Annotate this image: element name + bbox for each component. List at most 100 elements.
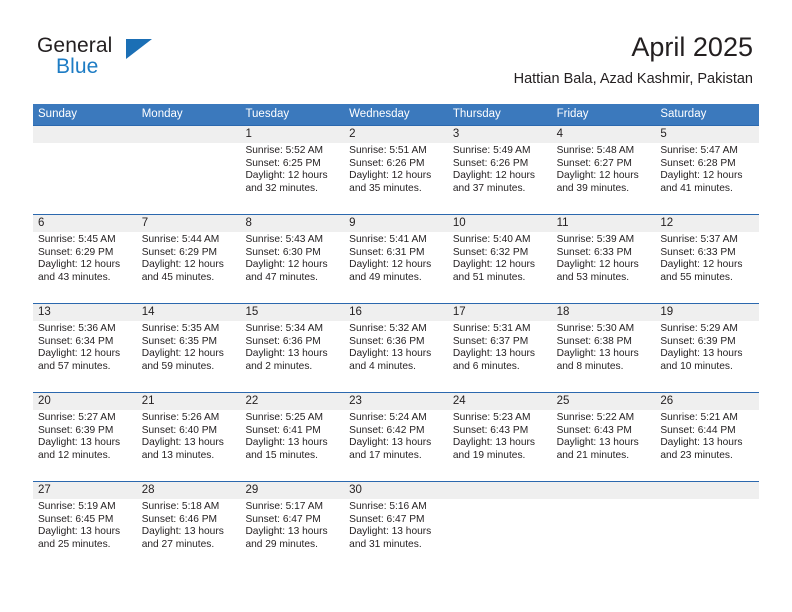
- day-number: 16: [344, 304, 448, 321]
- day-cell[interactable]: [551, 482, 656, 569]
- sunrise-text: Sunrise: 5:23 AM: [452, 412, 531, 423]
- day-number: 11: [551, 215, 656, 232]
- day-cell[interactable]: 24 Sunrise: 5:23 AM Sunset: 6:43 PM Dayl…: [447, 393, 552, 481]
- day-number: 10: [447, 215, 552, 232]
- day-cell[interactable]: 1 Sunrise: 5:52 AM Sunset: 6:25 PM Dayli…: [240, 126, 345, 214]
- day-cell[interactable]: 25 Sunrise: 5:22 AM Sunset: 6:43 PM Dayl…: [551, 393, 656, 481]
- day-cell[interactable]: 16 Sunrise: 5:32 AM Sunset: 6:36 PM Dayl…: [344, 304, 448, 392]
- daylight-text-line2: and 59 minutes.: [141, 360, 215, 372]
- day-cell[interactable]: 18 Sunrise: 5:30 AM Sunset: 6:38 PM Dayl…: [551, 304, 656, 392]
- day-details: Sunrise: 5:23 AM Sunset: 6:43 PM Dayligh…: [448, 410, 552, 462]
- day-cell[interactable]: 6 Sunrise: 5:45 AM Sunset: 6:29 PM Dayli…: [33, 215, 137, 303]
- day-cell[interactable]: [33, 126, 137, 214]
- day-cell[interactable]: 12 Sunrise: 5:37 AM Sunset: 6:33 PM Dayl…: [655, 215, 760, 303]
- day-cell[interactable]: 13 Sunrise: 5:36 AM Sunset: 6:34 PM Dayl…: [33, 304, 137, 392]
- day-details: Sunrise: 5:41 AM Sunset: 6:31 PM Dayligh…: [344, 232, 448, 284]
- day-cell[interactable]: 2 Sunrise: 5:51 AM Sunset: 6:26 PM Dayli…: [344, 126, 448, 214]
- weekday-header-sunday: Sunday: [38, 108, 78, 120]
- daylight-text-line2: and 55 minutes.: [660, 271, 733, 283]
- sunrise-text: Sunrise: 5:27 AM: [38, 412, 116, 423]
- day-cell[interactable]: 29 Sunrise: 5:17 AM Sunset: 6:47 PM Dayl…: [240, 482, 345, 569]
- daylight-text-line1: Daylight: 12 hours: [38, 348, 121, 360]
- day-details: Sunrise: 5:43 AM Sunset: 6:30 PM Dayligh…: [240, 232, 344, 284]
- sunrise-text: Sunrise: 5:16 AM: [349, 501, 427, 512]
- sunrise-text: Sunrise: 5:44 AM: [141, 234, 220, 245]
- day-cell[interactable]: 8 Sunrise: 5:43 AM Sunset: 6:30 PM Dayli…: [240, 215, 345, 303]
- daylight-text-line2: and 29 minutes.: [245, 538, 318, 550]
- day-cell[interactable]: 21 Sunrise: 5:26 AM Sunset: 6:40 PM Dayl…: [136, 393, 241, 481]
- sunset-text: Sunset: 6:47 PM: [245, 513, 321, 525]
- daylight-text-line1: Daylight: 12 hours: [452, 170, 535, 182]
- sunrise-text: Sunrise: 5:31 AM: [452, 323, 531, 334]
- day-cell[interactable]: 27 Sunrise: 5:19 AM Sunset: 6:45 PM Dayl…: [33, 482, 137, 569]
- day-cell[interactable]: [655, 482, 760, 569]
- sunrise-text: Sunrise: 5:32 AM: [349, 323, 427, 334]
- day-cell[interactable]: 26 Sunrise: 5:21 AM Sunset: 6:44 PM Dayl…: [655, 393, 760, 481]
- sunset-text: Sunset: 6:26 PM: [349, 157, 425, 169]
- sunset-text: Sunset: 6:42 PM: [349, 424, 425, 436]
- day-cell[interactable]: 15 Sunrise: 5:34 AM Sunset: 6:36 PM Dayl…: [240, 304, 345, 392]
- daylight-text-line2: and 15 minutes.: [245, 449, 318, 461]
- day-cell[interactable]: 9 Sunrise: 5:41 AM Sunset: 6:31 PM Dayli…: [344, 215, 448, 303]
- day-cell[interactable]: 3 Sunrise: 5:49 AM Sunset: 6:26 PM Dayli…: [447, 126, 552, 214]
- sunrise-text: Sunrise: 5:48 AM: [556, 145, 635, 156]
- day-details: Sunrise: 5:25 AM Sunset: 6:41 PM Dayligh…: [240, 410, 344, 462]
- sunrise-text: Sunrise: 5:29 AM: [660, 323, 738, 334]
- sunrise-text: Sunrise: 5:17 AM: [245, 501, 324, 512]
- day-cell[interactable]: 22 Sunrise: 5:25 AM Sunset: 6:41 PM Dayl…: [240, 393, 345, 481]
- daylight-text-line2: and 39 minutes.: [556, 182, 630, 194]
- day-cell[interactable]: 14 Sunrise: 5:35 AM Sunset: 6:35 PM Dayl…: [136, 304, 241, 392]
- day-number: [655, 482, 760, 499]
- day-number: 26: [655, 393, 760, 410]
- daylight-text-line1: Daylight: 12 hours: [349, 259, 432, 271]
- day-cell[interactable]: 11 Sunrise: 5:39 AM Sunset: 6:33 PM Dayl…: [551, 215, 656, 303]
- daylight-text-line2: and 10 minutes.: [660, 360, 733, 372]
- day-number: 27: [33, 482, 137, 499]
- day-cell[interactable]: 5 Sunrise: 5:47 AM Sunset: 6:28 PM Dayli…: [655, 126, 760, 214]
- sunset-text: Sunset: 6:33 PM: [660, 246, 736, 258]
- title-block: April 2025 Hattian Bala, Azad Kashmir, P…: [514, 30, 753, 88]
- daylight-text-line1: Daylight: 13 hours: [245, 526, 328, 538]
- sunset-text: Sunset: 6:26 PM: [452, 157, 529, 169]
- sunrise-text: Sunrise: 5:21 AM: [660, 412, 738, 423]
- daylight-text-line1: Daylight: 13 hours: [245, 437, 328, 449]
- daylight-text-line1: Daylight: 12 hours: [452, 259, 535, 271]
- weekday-header-friday: Friday: [556, 108, 589, 120]
- day-cell[interactable]: 23 Sunrise: 5:24 AM Sunset: 6:42 PM Dayl…: [344, 393, 448, 481]
- day-cell[interactable]: [447, 482, 552, 569]
- day-details: Sunrise: 5:17 AM Sunset: 6:47 PM Dayligh…: [240, 499, 344, 551]
- daylight-text-line2: and 51 minutes.: [452, 271, 526, 283]
- day-cell[interactable]: 4 Sunrise: 5:48 AM Sunset: 6:27 PM Dayli…: [551, 126, 656, 214]
- general-blue-logo[interactable]: General Blue: [37, 34, 237, 82]
- daylight-text-line1: Daylight: 13 hours: [245, 348, 328, 360]
- day-cell[interactable]: [136, 126, 241, 214]
- sunrise-text: Sunrise: 5:51 AM: [349, 145, 427, 156]
- day-cell[interactable]: 28 Sunrise: 5:18 AM Sunset: 6:46 PM Dayl…: [136, 482, 241, 569]
- day-details: Sunrise: 5:37 AM Sunset: 6:33 PM Dayligh…: [655, 232, 759, 284]
- daylight-text-line2: and 35 minutes.: [349, 182, 422, 194]
- daylight-text-line2: and 53 minutes.: [556, 271, 630, 283]
- day-cell[interactable]: 20 Sunrise: 5:27 AM Sunset: 6:39 PM Dayl…: [33, 393, 137, 481]
- sunset-text: Sunset: 6:45 PM: [38, 513, 114, 525]
- sunrise-text: Sunrise: 5:49 AM: [452, 145, 531, 156]
- sunset-text: Sunset: 6:39 PM: [38, 424, 114, 436]
- day-details: Sunrise: 5:31 AM Sunset: 6:37 PM Dayligh…: [448, 321, 552, 373]
- sunrise-text: Sunrise: 5:18 AM: [141, 501, 220, 512]
- daylight-text-line1: Daylight: 13 hours: [556, 437, 639, 449]
- day-number: [136, 126, 241, 143]
- day-cell[interactable]: 17 Sunrise: 5:31 AM Sunset: 6:37 PM Dayl…: [447, 304, 552, 392]
- day-cell[interactable]: 30 Sunrise: 5:16 AM Sunset: 6:47 PM Dayl…: [344, 482, 448, 569]
- day-number: 8: [240, 215, 345, 232]
- daylight-text-line1: Daylight: 12 hours: [660, 170, 743, 182]
- sunrise-text: Sunrise: 5:24 AM: [349, 412, 427, 423]
- day-cell[interactable]: 10 Sunrise: 5:40 AM Sunset: 6:32 PM Dayl…: [447, 215, 552, 303]
- day-number: 30: [344, 482, 448, 499]
- day-cell[interactable]: 7 Sunrise: 5:44 AM Sunset: 6:29 PM Dayli…: [136, 215, 241, 303]
- sunset-text: Sunset: 6:36 PM: [245, 335, 321, 347]
- day-cell[interactable]: 19 Sunrise: 5:29 AM Sunset: 6:39 PM Dayl…: [655, 304, 760, 392]
- sunset-text: Sunset: 6:41 PM: [245, 424, 321, 436]
- sunrise-text: Sunrise: 5:39 AM: [556, 234, 635, 245]
- sunrise-text: Sunrise: 5:34 AM: [245, 323, 324, 334]
- weekday-header-saturday: Saturday: [660, 108, 707, 120]
- daylight-text-line2: and 17 minutes.: [349, 449, 422, 461]
